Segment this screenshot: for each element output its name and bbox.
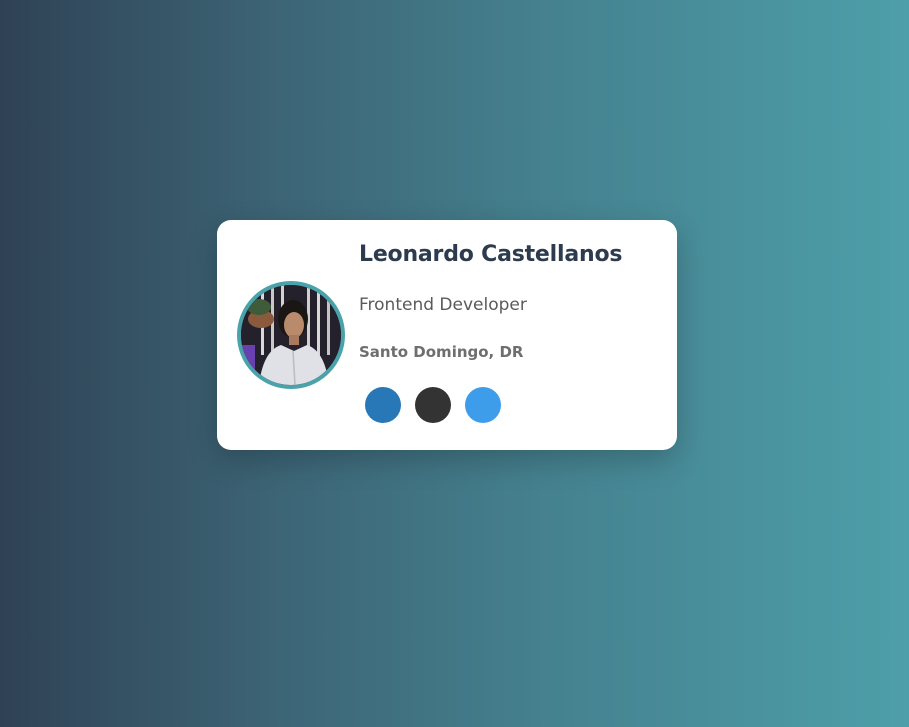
profile-name: Leonardo Castellanos: [359, 242, 623, 267]
github-icon[interactable]: [415, 387, 451, 423]
twitter-icon[interactable]: [465, 387, 501, 423]
profile-location: Santo Domingo, DR: [359, 343, 524, 361]
linkedin-icon[interactable]: [365, 387, 401, 423]
profile-role: Frontend Developer: [359, 295, 527, 315]
avatar: [237, 281, 345, 389]
profile-card: Leonardo Castellanos Frontend Developer …: [217, 220, 677, 450]
social-links: [365, 387, 501, 423]
profile-photo: [241, 285, 341, 385]
